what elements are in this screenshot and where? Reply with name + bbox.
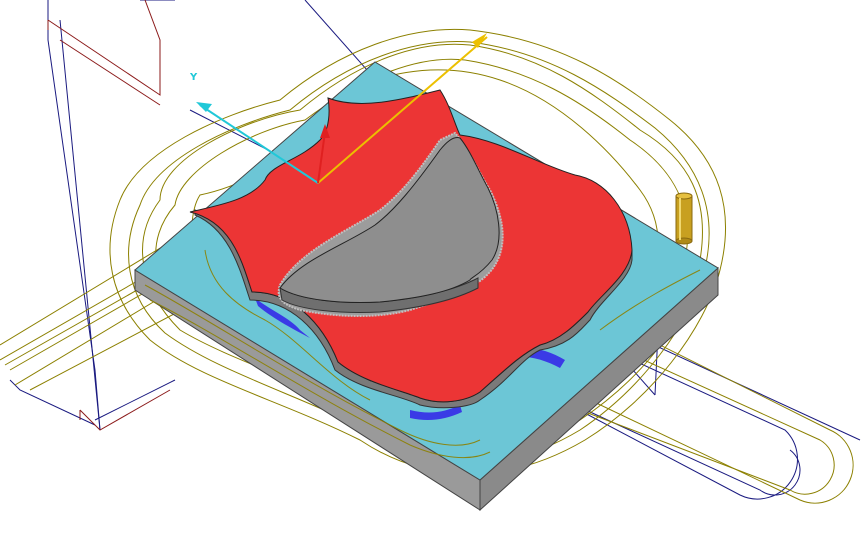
3d-viewport[interactable]: Y	[0, 0, 863, 540]
tool-holder-icon	[675, 192, 693, 245]
cam-simulation-scene[interactable]: Y	[0, 0, 863, 540]
y-axis-label: Y	[189, 72, 198, 83]
fixture-outline	[47, 0, 171, 431]
